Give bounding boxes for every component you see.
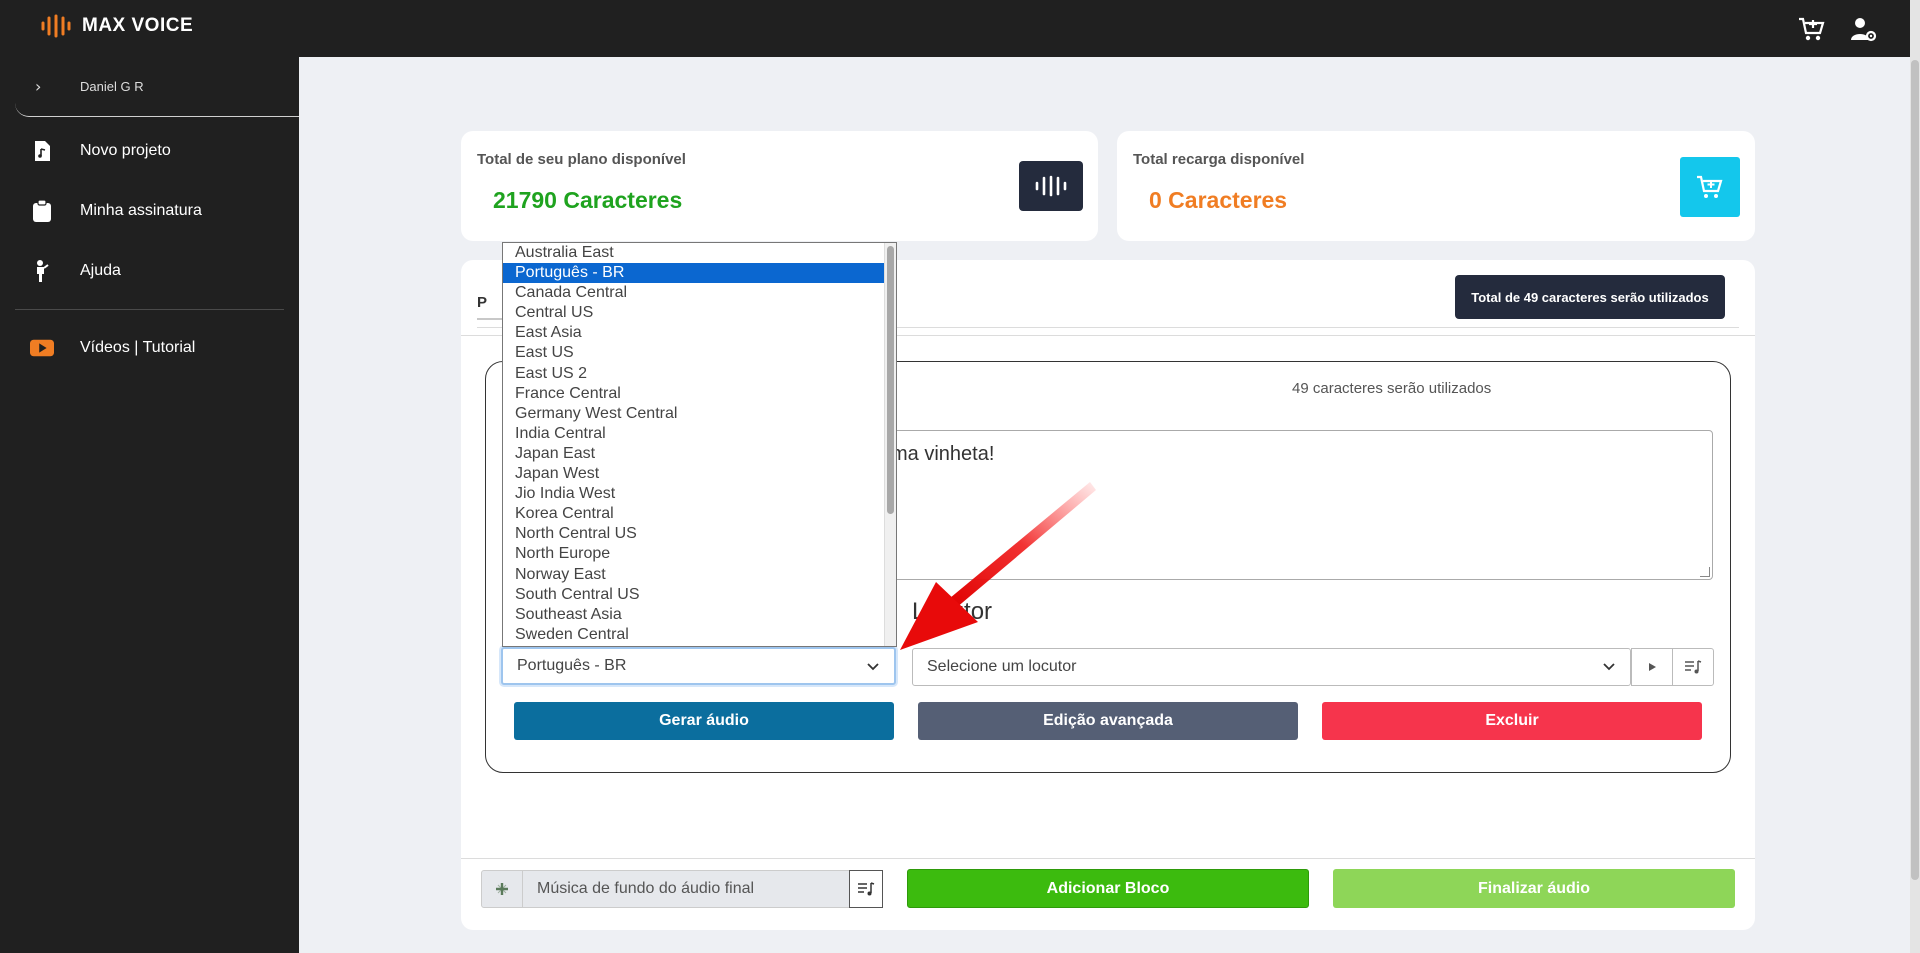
sidebar-item-label: Ajuda: [80, 262, 121, 279]
advanced-edit-button[interactable]: Edição avançada: [918, 702, 1298, 740]
background-music-input[interactable]: Música de fundo do áudio final: [522, 870, 850, 908]
cart-plus-icon[interactable]: [1796, 14, 1826, 44]
soundwave-logo-icon: [41, 14, 71, 38]
clipboard-icon: [30, 199, 54, 223]
dropdown-option[interactable]: East US: [503, 343, 896, 363]
music-file-icon: [30, 139, 54, 163]
cart-plus-icon: [1697, 175, 1723, 198]
recharge-button[interactable]: [1680, 157, 1740, 217]
bottom-divider: [461, 858, 1755, 859]
dropdown-option[interactable]: Central US: [503, 303, 896, 323]
sidebar-item-ajuda[interactable]: Ajuda: [0, 241, 299, 301]
sidebar-item-label: Novo projeto: [80, 142, 171, 159]
dropdown-option[interactable]: North Europe: [503, 544, 896, 564]
dropdown-option[interactable]: East Asia: [503, 323, 896, 343]
dropdown-option[interactable]: North Central US: [503, 524, 896, 544]
soundwave-icon: [1035, 175, 1067, 197]
dropdown-option[interactable]: Português - BR: [503, 263, 896, 284]
chevron-right-icon[interactable]: ›: [35, 77, 41, 96]
plan-label: Total de seu plano disponível: [477, 151, 686, 168]
youtube-play-icon: [30, 336, 54, 360]
background-music-placeholder: Música de fundo do áudio final: [537, 880, 755, 897]
plan-button[interactable]: [1019, 161, 1083, 211]
chevron-down-icon: [867, 663, 879, 671]
language-dropdown-list[interactable]: Australia East Português - BR Canada Centr…: [502, 242, 897, 647]
dropdown-option[interactable]: East US 2: [503, 364, 896, 384]
dropdown-option[interactable]: South Central US: [503, 585, 896, 605]
delete-button[interactable]: Excluir: [1322, 702, 1702, 740]
page-scrollbar-thumb[interactable]: [1911, 60, 1919, 880]
language-select[interactable]: Português - BR: [501, 647, 896, 685]
user-row[interactable]: › Daniel G R: [15, 57, 299, 117]
dropdown-option[interactable]: Korea Central: [503, 504, 896, 524]
dropdown-scrollbar-thumb[interactable]: [887, 246, 894, 514]
dropdown-option[interactable]: Sweden Central: [503, 625, 896, 645]
plan-card: Total de seu plano disponível 21790 Cara…: [461, 131, 1098, 241]
block-chars-count: 49 caracteres serão utilizados: [1292, 380, 1492, 397]
app-name: MAX VOICE: [82, 15, 194, 36]
plan-value: 21790 Caracteres: [493, 187, 683, 213]
sidebar-item-label: Minha assinatura: [80, 202, 202, 219]
top-bar: MAX VOICE: [0, 0, 1920, 57]
recharge-card: Total recarga disponível 0 Caracteres: [1117, 131, 1755, 241]
play-voice-button[interactable]: [1631, 648, 1673, 686]
page-scrollbar[interactable]: [1910, 0, 1920, 953]
locutor-label: Locutor: [912, 598, 993, 625]
voice-select-value: Selecione um locutor: [927, 658, 1077, 675]
sidebar-divider: [15, 309, 284, 310]
user-name: Daniel G R: [80, 79, 144, 94]
language-select-value: Português - BR: [517, 657, 627, 674]
user-settings-icon[interactable]: [1848, 14, 1878, 44]
sidebar-item-videos-tutorial[interactable]: Vídeos | Tutorial: [0, 318, 299, 378]
sidebar: › Daniel G R Novo projeto Minha assinatu…: [0, 57, 299, 953]
sidebar-item-minha-assinatura[interactable]: Minha assinatura: [0, 181, 299, 241]
dropdown-option[interactable]: Japan West: [503, 464, 896, 484]
recharge-label: Total recarga disponível: [1133, 151, 1305, 168]
generate-audio-button[interactable]: Gerar áudio: [514, 702, 894, 740]
help-person-icon: [30, 259, 54, 283]
dropdown-option[interactable]: Germany West Central: [503, 404, 896, 424]
total-chars-badge: Total de 49 caracteres serão utilizados: [1455, 275, 1725, 319]
recharge-value: 0 Caracteres: [1149, 187, 1288, 213]
dropdown-option[interactable]: Japan East: [503, 444, 896, 464]
dropdown-option[interactable]: India Central: [503, 424, 896, 444]
sidebar-item-novo-projeto[interactable]: Novo projeto: [0, 121, 299, 181]
add-block-button[interactable]: Adicionar Bloco: [907, 869, 1309, 908]
playlist-music-icon: [1685, 660, 1702, 674]
voice-select[interactable]: Selecione um locutor: [912, 648, 1631, 686]
voice-list-button[interactable]: [1672, 648, 1714, 686]
dropdown-option[interactable]: France Central: [503, 384, 896, 404]
dropdown-scrollbar[interactable]: [884, 243, 896, 646]
chevron-down-icon: [1603, 663, 1615, 671]
music-add-icon[interactable]: [481, 870, 523, 908]
dropdown-option[interactable]: Norway East: [503, 565, 896, 585]
playlist-music-icon: [858, 882, 875, 896]
play-icon: [1649, 663, 1656, 671]
finalize-audio-button[interactable]: Finalizar áudio: [1333, 869, 1735, 908]
dropdown-option[interactable]: Southeast Asia: [503, 605, 896, 625]
logo[interactable]: MAX VOICE: [40, 14, 193, 38]
resize-grip-icon[interactable]: [1700, 567, 1710, 577]
text-input-value: ma vinheta!: [891, 443, 995, 465]
dropdown-option[interactable]: Australia East: [503, 243, 896, 263]
sidebar-item-label: Vídeos | Tutorial: [80, 339, 196, 356]
background-music-button[interactable]: [849, 870, 883, 908]
dropdown-option[interactable]: Jio India West: [503, 484, 896, 504]
dropdown-option[interactable]: Canada Central: [503, 283, 896, 303]
